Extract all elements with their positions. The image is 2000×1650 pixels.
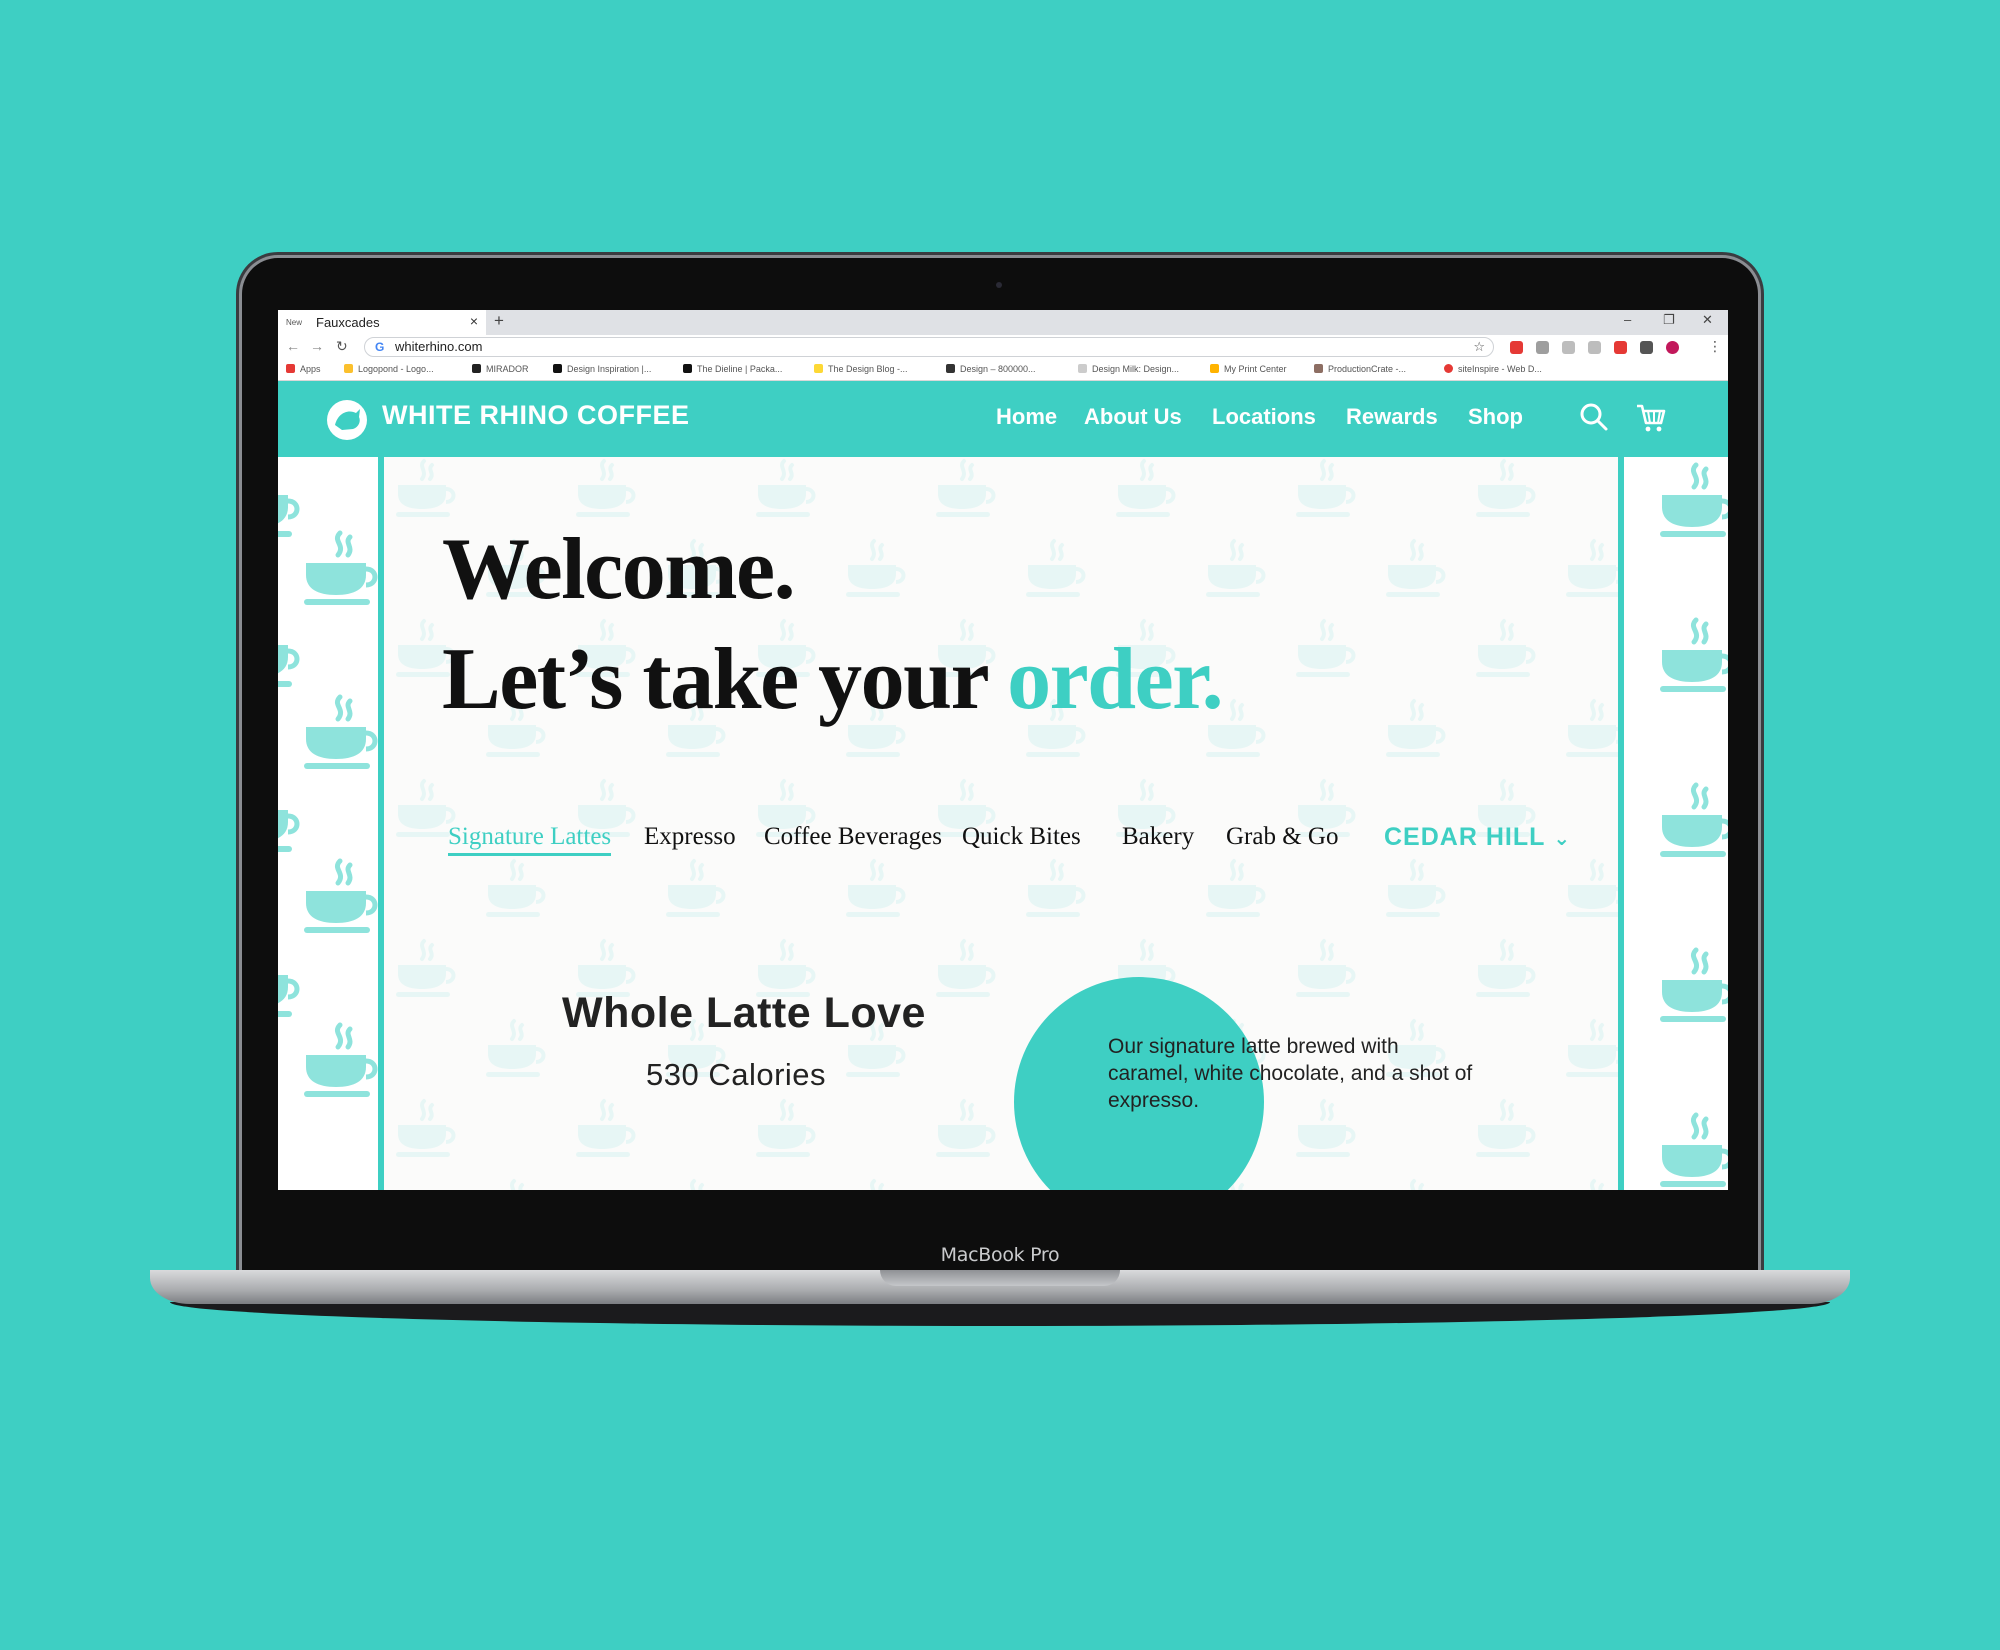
- rhino-logo-icon[interactable]: [326, 399, 368, 441]
- extension-icon[interactable]: [1614, 341, 1627, 354]
- bookmark-item[interactable]: ProductionCrate -...: [1314, 364, 1406, 374]
- window-close-icon[interactable]: ✕: [1702, 312, 1713, 328]
- address-bar[interactable]: G whiterhino.com ☆: [364, 337, 1494, 357]
- extension-icon[interactable]: [1588, 341, 1601, 354]
- menu-tab-signature-lattes[interactable]: Signature Lattes: [448, 823, 612, 856]
- site-header: WHITE RHINO COFFEE Home About Us Locatio…: [278, 381, 1728, 457]
- browser-toolbar: ← → ↻ G whiterhino.com ☆ ⋮: [278, 335, 1728, 360]
- browser-tab-bar: New Fauxcades × + – ❐ ✕: [278, 310, 1728, 335]
- minimize-icon[interactable]: –: [1624, 312, 1631, 327]
- product-description: Our signature latte brewed with caramel,…: [1108, 1035, 1473, 1112]
- more-menu-icon[interactable]: ⋮: [1708, 338, 1722, 355]
- bookmark-item[interactable]: MIRADOR: [472, 364, 529, 374]
- back-icon[interactable]: ←: [286, 338, 300, 354]
- bookmark-star-icon[interactable]: ☆: [1473, 338, 1485, 356]
- menu-tab-coffee-beverages[interactable]: Coffee Beverages: [764, 823, 942, 851]
- right-decor-panel: [1618, 457, 1728, 1190]
- nav-rewards[interactable]: Rewards: [1346, 404, 1438, 430]
- menu-tab-expresso[interactable]: Expresso: [644, 823, 736, 851]
- bookmark-item[interactable]: Logopond - Logo...: [344, 364, 434, 374]
- webcam: [996, 282, 1002, 288]
- nav-home[interactable]: Home: [996, 404, 1057, 430]
- chevron-down-icon: ⌄: [1553, 828, 1572, 850]
- puzzle-icon[interactable]: [1640, 341, 1653, 354]
- hero-headline-line1: Welcome.: [442, 521, 796, 618]
- nav-shop[interactable]: Shop: [1468, 404, 1523, 430]
- bookmark-item[interactable]: Design – 800000...: [946, 364, 1036, 374]
- forward-icon[interactable]: →: [310, 338, 324, 354]
- tab-close-icon[interactable]: ×: [470, 313, 478, 329]
- coffee-cup-pattern: [278, 457, 378, 1190]
- nav-about-us[interactable]: About Us: [1084, 404, 1182, 430]
- product-calories: 530 Calories: [646, 1057, 827, 1092]
- bookmark-item[interactable]: The Dieline | Packa...: [683, 364, 782, 374]
- laptop-notch: [880, 1270, 1120, 1286]
- screen: New Fauxcades × + – ❐ ✕ ← → ↻ G whiterhi…: [278, 310, 1728, 1190]
- coffee-cup-pattern: [1624, 457, 1728, 1190]
- menu-tab-quick-bites[interactable]: Quick Bites: [962, 823, 1081, 851]
- website: WHITE RHINO COFFEE Home About Us Locatio…: [278, 381, 1728, 1190]
- reload-icon[interactable]: ↻: [336, 338, 348, 355]
- location-selector[interactable]: CEDAR HILL ⌄: [1384, 823, 1571, 852]
- bookmark-item[interactable]: Design Inspiration |...: [553, 364, 651, 374]
- camera-extension-icon[interactable]: [1562, 341, 1575, 354]
- menu-tab-grab-and-go[interactable]: Grab & Go: [1226, 823, 1338, 851]
- brand-name[interactable]: WHITE RHINO COFFEE: [382, 400, 690, 431]
- hero-headline-line2: Let’s take your order.: [442, 629, 1224, 730]
- bookmark-item[interactable]: The Design Blog -...: [814, 364, 908, 374]
- search-icon[interactable]: [1576, 399, 1612, 435]
- model-label: MacBook Pro: [940, 1244, 1060, 1266]
- bookmark-item[interactable]: My Print Center: [1210, 364, 1287, 374]
- bookmark-item[interactable]: Design Milk: Design...: [1078, 364, 1179, 374]
- location-name: CEDAR HILL: [1384, 823, 1546, 851]
- browser-tab[interactable]: New Fauxcades ×: [278, 310, 486, 335]
- google-icon: G: [375, 340, 385, 354]
- tab-title: Fauxcades: [316, 315, 380, 330]
- main-content: Welcome. Let’s take your order. Signatur…: [384, 457, 1618, 1190]
- url-text: whiterhino.com: [395, 339, 483, 354]
- profile-avatar[interactable]: [1666, 341, 1679, 354]
- extension-icon[interactable]: [1536, 341, 1549, 354]
- left-decor-panel: [278, 457, 384, 1190]
- menu-tab-bakery[interactable]: Bakery: [1122, 823, 1194, 851]
- hero-headline-text: Let’s take your: [442, 631, 1008, 728]
- bookmark-item[interactable]: siteInspire - Web D...: [1444, 364, 1542, 374]
- new-tab-icon[interactable]: +: [494, 311, 504, 331]
- restore-icon[interactable]: ❐: [1663, 312, 1675, 328]
- hero-headline-accent: order.: [1007, 631, 1224, 728]
- nav-locations[interactable]: Locations: [1212, 404, 1316, 430]
- product-name: Whole Latte Love: [562, 989, 926, 1037]
- extension-icon[interactable]: [1510, 341, 1523, 354]
- tab-favicon: New: [286, 318, 303, 327]
- cart-icon[interactable]: [1633, 399, 1669, 435]
- bookmark-item[interactable]: Apps: [286, 364, 321, 374]
- laptop-shadow: [170, 1302, 1830, 1326]
- bookmarks-bar: Apps Logopond - Logo... MIRADOR Design I…: [278, 360, 1728, 381]
